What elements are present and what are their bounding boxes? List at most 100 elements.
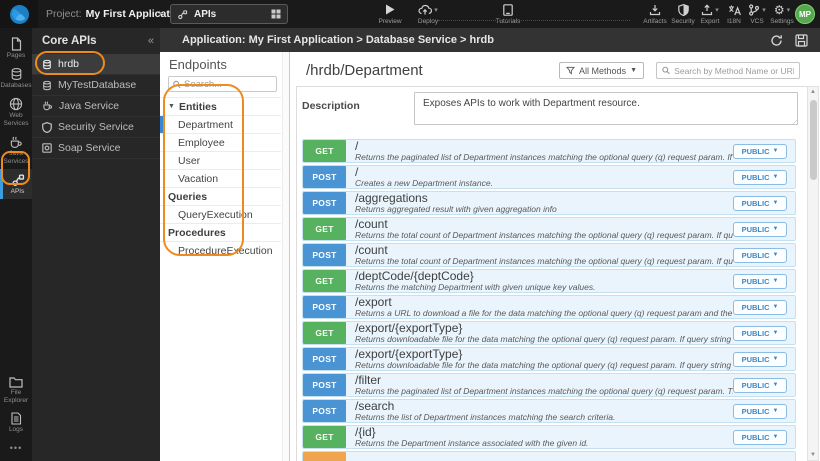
access-dropdown[interactable]: PUBLIC ▼ [733,325,787,341]
core-api-item-label: Security Service [58,121,134,133]
method-badge: POST [303,296,346,318]
tutorials-button[interactable]: Tutorials [488,3,528,27]
rail-item-pages[interactable]: Pages [0,33,32,63]
api-method-row[interactable]: GET/export/{exportType} Returns downloada… [302,321,796,345]
endpoint-item-procedureexecution[interactable]: ProcedureExecution [160,241,281,259]
method-description: Returns downloadable file for the data m… [355,360,733,370]
endpoints-group-entities[interactable]: ▼ Entities [160,97,281,115]
access-caret-icon: ▼ [772,278,779,284]
description-textarea[interactable]: Exposes APIs to work with Department res… [414,92,798,125]
scrollbar-thumb[interactable] [809,100,817,180]
caret-down-icon: ▼ [168,103,175,110]
access-dropdown[interactable]: PUBLIC ▼ [733,273,787,289]
method-search-input[interactable] [674,65,794,76]
endpoint-item-queryexecution[interactable]: QueryExecution [160,205,281,223]
deploy-caret-icon: ▾ [434,6,438,14]
scroll-down-icon[interactable]: ▼ [808,452,818,458]
endpoints-group-queries[interactable]: Queries [160,187,281,205]
refresh-icon[interactable] [770,34,783,47]
method-badge: GET [303,322,346,344]
api-method-row[interactable]: POST/aggregations Returns aggregated resu… [302,191,796,215]
api-method-row[interactable]: POST/count Returns the total count of Dep… [302,243,796,267]
api-method-row[interactable]: GET/deptCode/{deptCode} Returns the match… [302,269,796,293]
rail-item-logs[interactable]: Logs [0,408,32,437]
access-caret-icon: ▼ [772,252,779,258]
api-method-row[interactable]: GET/count Returns the total count of Depa… [302,217,796,241]
endpoint-item-user[interactable]: User [160,151,281,169]
api-icon [178,9,188,19]
artifacts-button[interactable]: Artifacts [638,3,672,27]
rail-item-java-services[interactable]: Java Services [0,132,32,169]
soap-icon [42,143,52,153]
rail-item-web-services[interactable]: Web Services [0,93,32,131]
core-api-item-label: MyTestDatabase [58,79,137,91]
pages-icon [10,37,23,51]
method-search[interactable] [656,62,800,79]
api-method-row[interactable]: POST / Creates a new Department instance. P… [302,165,796,189]
endpoint-item-label: User [178,154,201,167]
deploy-button[interactable]: ▾ Deploy [408,3,448,27]
api-method-list: GET / Returns the paginated list of Depart… [302,139,796,461]
shield-icon [42,121,52,133]
api-method-row[interactable]: GET / Returns the paginated list of Depart… [302,139,796,163]
api-method-row[interactable] [302,451,796,461]
project-breadcrumb[interactable]: Project: My First Application [46,0,186,28]
core-api-item-security-service[interactable]: Security Service [32,117,160,138]
access-dropdown[interactable]: PUBLIC ▼ [733,351,787,367]
core-api-item-mytestdatabase[interactable]: MyTestDatabase [32,75,160,96]
methods-scroll-region: Description Exposes APIs to work with De… [296,86,807,461]
wavemaker-logo[interactable] [0,0,38,28]
access-value: PUBLIC [741,250,770,260]
core-api-item-java-service[interactable]: Java Service [32,96,160,117]
method-text: /filter Returns the paginated list of Dep… [346,374,733,396]
endpoint-item-employee[interactable]: Employee [160,133,281,151]
access-value: PUBLIC [741,380,770,390]
api-method-row[interactable]: POST/filter Returns the paginated list of… [302,373,796,397]
settings-button[interactable]: ⚙ ▾ Settings [766,3,798,27]
collapse-panel-icon[interactable]: « [148,35,154,47]
breadcrumb: Application: My First Application > Data… [182,34,494,46]
rail-item-file-explorer[interactable]: File Explorer [0,372,32,408]
main-scrollbar[interactable]: ▲ ▼ [807,86,819,461]
access-value: PUBLIC [741,302,770,312]
access-dropdown[interactable]: PUBLIC ▼ [733,429,787,445]
methods-filter-dropdown[interactable]: All Methods ▼ [559,62,644,79]
method-description: Returns the total count of Department in… [355,230,733,240]
api-method-row[interactable]: POST/search Returns the list of Departmen… [302,399,796,423]
endpoints-scrollbar[interactable] [282,52,289,461]
access-caret-icon: ▼ [772,174,779,180]
access-dropdown[interactable]: PUBLIC ▼ [733,221,787,237]
core-api-item-hrdb[interactable]: hrdb [32,54,160,75]
core-api-item-label: Soap Service [58,142,121,154]
core-api-item-soap-service[interactable]: Soap Service [32,138,160,159]
api-method-row[interactable]: POST/export Returns a URL to download a f… [302,295,796,319]
endpoints-search[interactable] [168,76,277,92]
rail-item-databases[interactable]: Databases [0,63,32,93]
access-dropdown[interactable]: PUBLIC ▼ [733,403,787,419]
endpoints-search-input[interactable] [184,78,272,90]
rail-overflow-button[interactable]: ••• [0,437,32,461]
app-root: Project: My First Application › APIs Pre… [0,0,820,461]
access-dropdown[interactable]: PUBLIC ▼ [733,195,787,211]
access-dropdown[interactable]: PUBLIC ▼ [733,377,787,393]
scroll-up-icon[interactable]: ▲ [808,89,818,95]
preview-button[interactable]: Preview [372,3,408,27]
endpoint-item-vacation[interactable]: Vacation [160,169,281,187]
left-nav-rail: Pages Databases Web Services Java Services A… [0,28,32,461]
access-dropdown[interactable]: PUBLIC ▼ [733,299,787,315]
tab-apis[interactable]: APIs [170,4,288,24]
access-dropdown[interactable]: PUBLIC ▼ [733,169,787,185]
method-path: /aggregations [355,192,428,206]
api-method-row[interactable]: GET/{id} Returns the Department instance … [302,425,796,449]
endpoints-group-procedures[interactable]: Procedures [160,223,281,241]
rail-item-label: Java Services [3,149,29,165]
grid-icon[interactable] [271,9,281,19]
endpoint-item-department[interactable]: Department [160,115,281,133]
access-dropdown[interactable]: PUBLIC ▼ [733,247,787,263]
user-avatar[interactable]: MP [795,4,815,24]
rail-item-apis[interactable]: APIs [0,168,32,199]
access-dropdown[interactable]: PUBLIC ▼ [733,143,787,159]
save-icon[interactable] [795,33,808,47]
api-method-row[interactable]: POST/export/{exportType} Returns download… [302,347,796,371]
methods-filter-value: All Methods [579,65,627,76]
